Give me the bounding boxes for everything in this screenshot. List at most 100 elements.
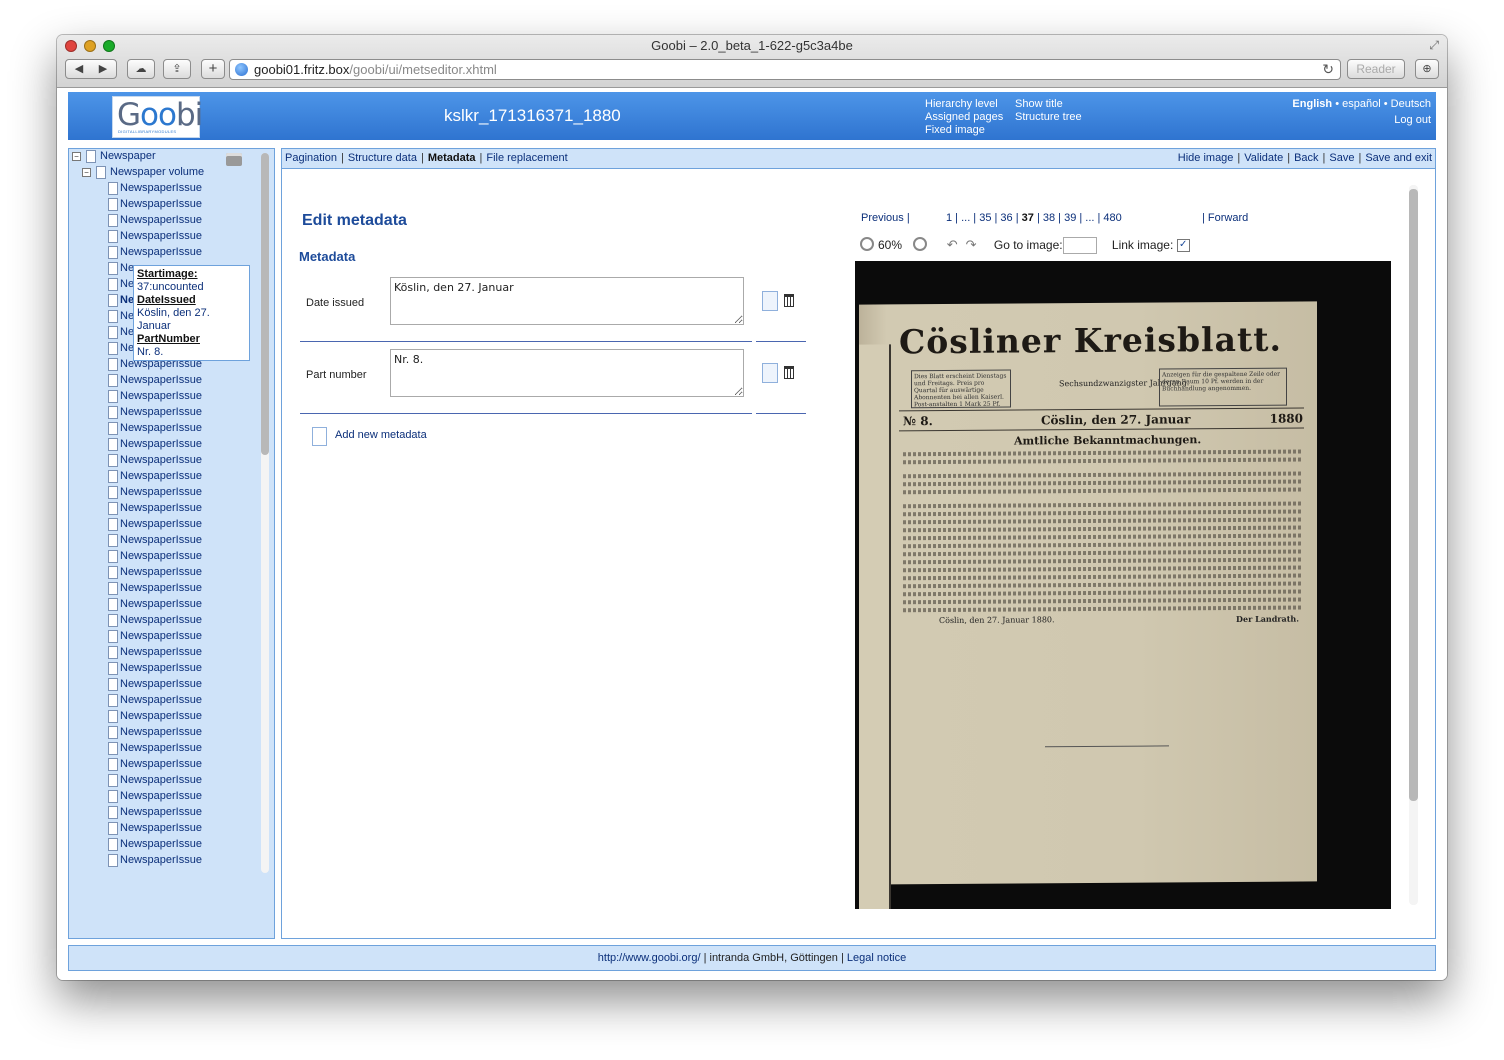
assigned-pages-link[interactable]: Assigned pages — [925, 111, 1015, 124]
tree-item-label[interactable]: NewspaperIssue — [120, 246, 202, 258]
tree-item-label[interactable]: NewspaperIssue — [120, 214, 202, 226]
goobi-logo[interactable]: Goobi DIGITALLIBRARYMODULES — [112, 96, 203, 138]
tree-item-label[interactable]: NewspaperIssue — [120, 630, 202, 642]
tree-volume-label[interactable]: Newspaper volume — [110, 166, 204, 178]
tree-root-label[interactable]: Newspaper — [100, 150, 156, 162]
structure-tree-link[interactable]: Structure tree — [1015, 111, 1082, 124]
tree-item-newspaper-issue[interactable]: NewspaperIssue — [69, 693, 259, 709]
tree-item-label[interactable]: NewspaperIssue — [120, 182, 202, 194]
add-new-metadata-link[interactable]: Add new metadata — [335, 429, 427, 441]
hierarchy-level-link[interactable]: Hierarchy level — [925, 98, 1015, 111]
tree-item-newspaper-issue[interactable]: NewspaperIssue — [69, 405, 259, 421]
show-title-link[interactable]: Show title — [1015, 98, 1063, 111]
tree-scroll-thumb[interactable] — [261, 153, 269, 455]
goobi-website-link[interactable]: http://www.goobi.org/ — [598, 952, 701, 964]
tab-structure-data[interactable]: Structure data — [348, 152, 417, 164]
tree-item-newspaper-issue[interactable]: NewspaperIssue — [69, 837, 259, 853]
tree-item-label[interactable]: NewspaperIssue — [120, 502, 202, 514]
tree-item-label[interactable]: NewspaperIssue — [120, 758, 202, 770]
tree-scrollbar[interactable] — [261, 153, 269, 873]
tree-item-newspaper-issue[interactable]: NewspaperIssue — [69, 565, 259, 581]
tree-item-label[interactable]: NewspaperIssue — [120, 422, 202, 434]
page-links-after[interactable]: | 38 | 39 | ... | 480 — [1037, 212, 1122, 224]
tree-item-label[interactable]: NewspaperIssue — [120, 806, 202, 818]
previous-label[interactable]: Previous — [861, 212, 904, 224]
save-and-exit-link[interactable]: Save and exit — [1365, 152, 1432, 164]
address-bar[interactable]: goobi01.fritz.box/goobi/ui/metseditor.xh… — [229, 59, 1341, 80]
rotate-left-icon[interactable]: ↶ — [947, 237, 958, 253]
tree-item-label[interactable]: NewspaperIssue — [120, 774, 202, 786]
tree-item-newspaper-issue[interactable]: NewspaperIssue — [69, 581, 259, 597]
tree-item-newspaper-issue[interactable]: NewspaperIssue — [69, 741, 259, 757]
tree-item-newspaper-issue[interactable]: NewspaperIssue — [69, 469, 259, 485]
tree-item-newspaper-issue[interactable]: NewspaperIssue — [69, 533, 259, 549]
back-forward-buttons[interactable]: ◀ ▶ — [65, 59, 117, 79]
tree-item-label[interactable]: NewspaperIssue — [120, 518, 202, 530]
collapse-toggle-icon[interactable]: − — [72, 152, 81, 161]
tree-item-newspaper-issue[interactable]: NewspaperIssue — [69, 853, 259, 869]
new-tab-button[interactable]: + — [201, 59, 225, 79]
tree-item-label[interactable]: NewspaperIssue — [120, 550, 202, 562]
reader-button[interactable]: Reader — [1347, 59, 1405, 79]
tree-item-label[interactable]: NewspaperIssue — [120, 390, 202, 402]
lang-espanol[interactable]: español — [1342, 98, 1381, 110]
tree-item-label[interactable]: Ne — [120, 262, 134, 274]
tree-item-newspaper-issue[interactable]: NewspaperIssue — [69, 629, 259, 645]
tree-item-label[interactable]: NewspaperIssue — [120, 406, 202, 418]
tree-item-newspaper-issue[interactable]: NewspaperIssue — [69, 453, 259, 469]
printer-icon[interactable] — [226, 153, 242, 166]
tree-item-label[interactable]: NewspaperIssue — [120, 534, 202, 546]
tree-item-label[interactable]: NewspaperIssue — [120, 566, 202, 578]
forward-image-link[interactable]: | Forward — [1202, 212, 1248, 224]
image-scroll-thumb[interactable] — [1409, 189, 1418, 801]
tree-item-newspaper-issue[interactable]: NewspaperIssue — [69, 517, 259, 533]
tree-item-newspaper-issue[interactable]: NewspaperIssue — [69, 757, 259, 773]
forward-arrow-icon[interactable]: ▶ — [91, 60, 115, 78]
zoom-in-icon[interactable] — [913, 237, 928, 251]
tree-item-label[interactable]: Ne — [120, 294, 134, 306]
tree-item-label[interactable]: NewspaperIssue — [120, 438, 202, 450]
tree-item-newspaper-issue[interactable]: NewspaperIssue — [69, 501, 259, 517]
tree-item-label[interactable]: Ne — [120, 310, 134, 322]
tree-item-newspaper-issue[interactable]: NewspaperIssue — [69, 485, 259, 501]
tree-item-label[interactable]: NewspaperIssue — [120, 470, 202, 482]
lang-english[interactable]: English — [1292, 98, 1332, 110]
tree-item-newspaper-issue[interactable]: NewspaperIssue — [69, 821, 259, 837]
downloads-button[interactable]: ⊕ — [1415, 59, 1439, 79]
lang-deutsch[interactable]: Deutsch — [1391, 98, 1431, 110]
image-scrollbar[interactable] — [1409, 185, 1418, 905]
tree-item-newspaper-issue[interactable]: NewspaperIssue — [69, 197, 259, 213]
back-link[interactable]: Back — [1294, 152, 1318, 164]
tree-item-newspaper-issue[interactable]: NewspaperIssue — [69, 549, 259, 565]
tree-item-newspaper-issue[interactable]: NewspaperIssue — [69, 597, 259, 613]
tree-item-newspaper-issue[interactable]: NewspaperIssue — [69, 229, 259, 245]
tree-item-newspaper-issue[interactable]: NewspaperIssue — [69, 725, 259, 741]
tree-item-label[interactable]: NewspaperIssue — [120, 582, 202, 594]
tab-metadata[interactable]: Metadata — [428, 152, 476, 164]
tab-file-replacement[interactable]: File replacement — [486, 152, 567, 164]
icloud-tabs-button[interactable]: ☁ — [127, 59, 155, 79]
zoom-out-icon[interactable] — [860, 237, 874, 251]
tree-item-label[interactable]: Ne — [120, 326, 134, 338]
tree-item-newspaper-issue[interactable]: NewspaperIssue — [69, 373, 259, 389]
trash-icon[interactable] — [784, 366, 794, 379]
hide-image-link[interactable]: Hide image — [1178, 152, 1234, 164]
date-issued-field[interactable]: Köslin, den 27. Januar — [390, 277, 744, 325]
tree-item-newspaper-issue[interactable]: NewspaperIssue — [69, 245, 259, 261]
tree-item-newspaper-issue[interactable]: NewspaperIssue — [69, 661, 259, 677]
tree-item-label[interactable]: NewspaperIssue — [120, 838, 202, 850]
logout-link[interactable]: Log out — [1394, 114, 1431, 126]
tree-item-newspaper-issue[interactable]: NewspaperIssue — [69, 709, 259, 725]
back-arrow-icon[interactable]: ◀ — [67, 60, 91, 78]
tree-item-label[interactable]: NewspaperIssue — [120, 662, 202, 674]
tree-item-label[interactable]: NewspaperIssue — [120, 726, 202, 738]
trash-icon[interactable] — [784, 294, 794, 307]
tree-item-label[interactable]: NewspaperIssue — [120, 486, 202, 498]
tree-item-label[interactable]: NewspaperIssue — [120, 790, 202, 802]
part-number-field[interactable]: Nr. 8. — [390, 349, 744, 397]
tree-item-label[interactable]: NewspaperIssue — [120, 854, 202, 866]
tree-item-label[interactable]: NewspaperIssue — [120, 198, 202, 210]
tree-item-label[interactable]: NewspaperIssue — [120, 454, 202, 466]
tree-item-label[interactable]: NewspaperIssue — [120, 598, 202, 610]
tree-item-label[interactable]: NewspaperIssue — [120, 646, 202, 658]
